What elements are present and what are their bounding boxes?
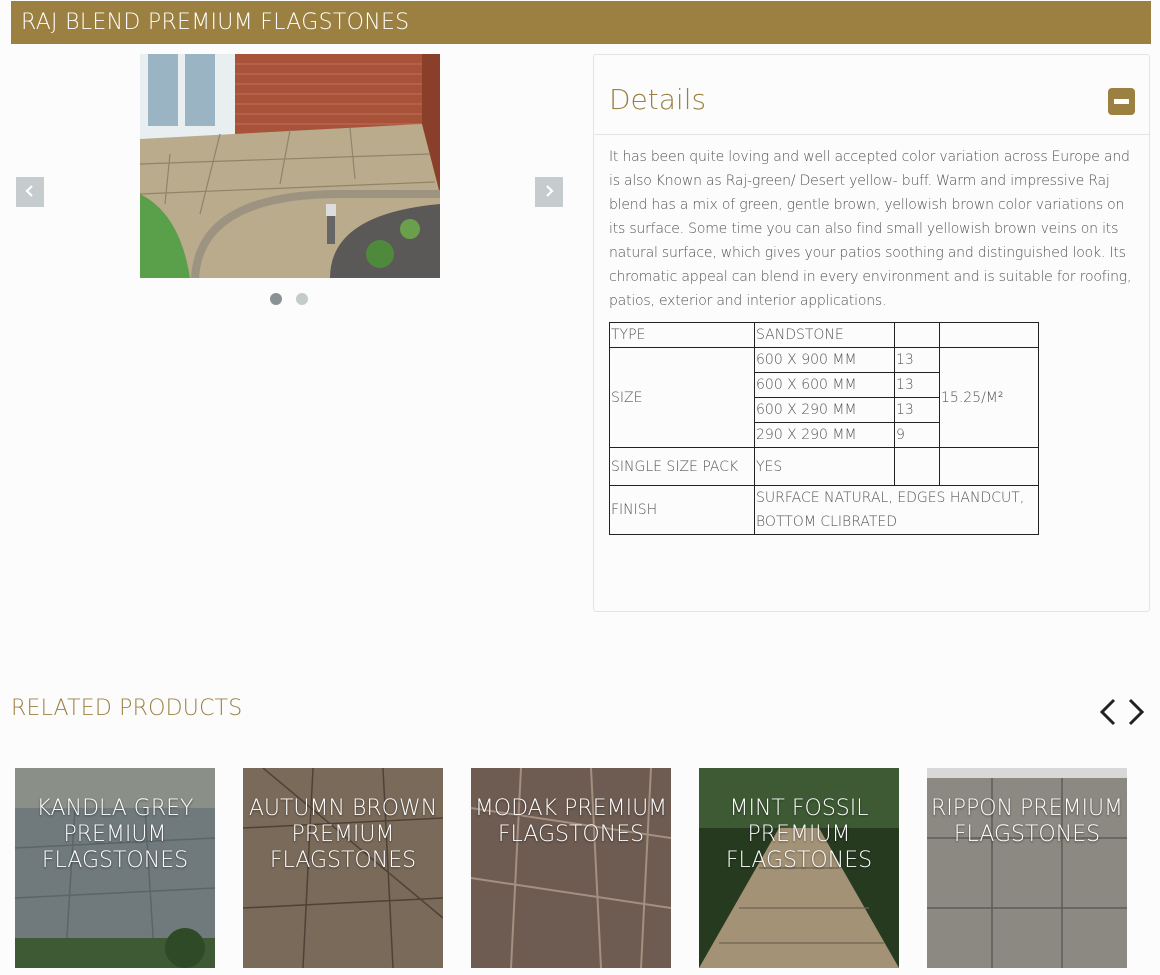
size-qty: 13 xyxy=(894,397,940,423)
chevron-left-icon xyxy=(25,185,33,197)
chevron-left-icon xyxy=(1099,698,1116,726)
size-qty: 13 xyxy=(894,372,940,398)
related-product-card[interactable]: KANDLA GREY PREMIUM FLAGSTONES xyxy=(15,768,215,968)
collapse-button[interactable] xyxy=(1108,88,1135,115)
finish-value: SURFACE NATURAL, EDGES HANDCUT, BOTTOM C… xyxy=(754,485,1039,535)
related-product-card[interactable]: MODAK PREMIUM FLAGSTONES xyxy=(471,768,671,968)
details-header[interactable]: Details xyxy=(594,55,1149,135)
size-dim: 290 X 290 MM xyxy=(754,422,895,448)
gallery-dot-1[interactable] xyxy=(270,293,282,305)
size-dim: 600 X 290 MM xyxy=(754,397,895,423)
size-dim: 600 X 600 MM xyxy=(754,372,895,398)
size-qty: 9 xyxy=(894,422,940,448)
details-title: Details xyxy=(609,83,707,116)
size-dim: 600 X 900 MM xyxy=(754,347,895,373)
product-description: It has been quite loving and well accept… xyxy=(609,149,1132,309)
related-products-title: RELATED PRODUCTS xyxy=(11,696,243,721)
type-label: TYPE xyxy=(609,322,755,348)
related-next-button[interactable] xyxy=(1125,697,1147,727)
related-prev-button[interactable] xyxy=(1097,697,1119,727)
minus-icon xyxy=(1114,99,1129,104)
related-product-name: MODAK PREMIUM FLAGSTONES xyxy=(474,796,668,847)
chevron-right-icon xyxy=(546,185,554,197)
gallery-prev-button[interactable] xyxy=(16,177,44,207)
size-qty: 13 xyxy=(894,347,940,373)
coverage-value: 15.25/M² xyxy=(939,347,1039,448)
page-title: RAJ BLEND PREMIUM FLAGSTONES xyxy=(11,1,1151,44)
chevron-right-icon xyxy=(1128,698,1145,726)
type-value: SANDSTONE xyxy=(754,322,895,348)
related-product-name: MINT FOSSIL PREMIUM FLAGSTONES xyxy=(725,796,873,873)
related-product-name: AUTUMN BROWN PREMIUM FLAGSTONES xyxy=(248,796,438,873)
related-product-card[interactable]: RIPPON PREMIUM FLAGSTONES xyxy=(927,768,1127,968)
gallery-next-button[interactable] xyxy=(535,177,563,207)
size-label: SIZE xyxy=(609,347,755,448)
single-pack-label: SINGLE SIZE PACK xyxy=(609,447,755,486)
product-image xyxy=(140,54,440,278)
related-product-name: KANDLA GREY PREMIUM FLAGSTONES xyxy=(36,796,194,873)
related-product-card[interactable]: MINT FOSSIL PREMIUM FLAGSTONES xyxy=(699,768,899,968)
single-pack-value: YES xyxy=(754,447,895,486)
finish-label: FINISH xyxy=(609,485,755,535)
related-product-card[interactable]: AUTUMN BROWN PREMIUM FLAGSTONES xyxy=(243,768,443,968)
gallery-dot-2[interactable] xyxy=(296,293,308,305)
related-product-name: RIPPON PREMIUM FLAGSTONES xyxy=(930,796,1124,847)
details-panel: Details It has been quite loving and wel… xyxy=(593,54,1150,612)
spec-table: TYPE SANDSTONE SIZE 600 X 900 MM 13 15.2… xyxy=(609,322,1039,535)
